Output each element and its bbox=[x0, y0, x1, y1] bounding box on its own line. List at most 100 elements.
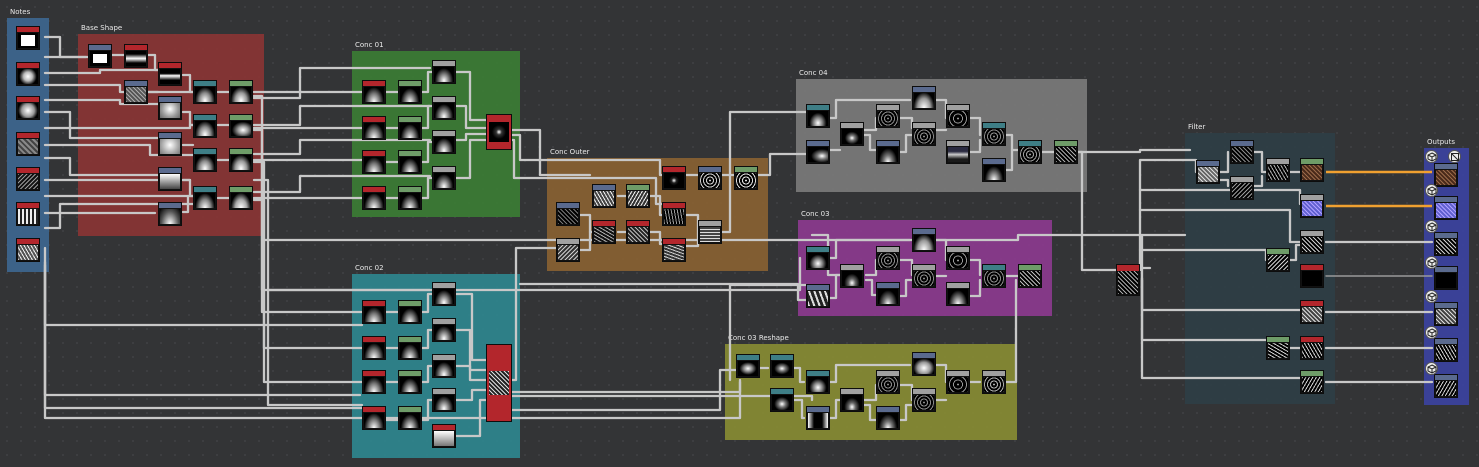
cube-icon[interactable] bbox=[1425, 290, 1438, 303]
output-node-normal[interactable] bbox=[1434, 196, 1458, 220]
node-arch-1[interactable] bbox=[193, 80, 217, 104]
node-filter-b1[interactable] bbox=[1266, 158, 1290, 182]
node-outer-noise-2[interactable] bbox=[556, 238, 580, 262]
node-filter-black[interactable] bbox=[1300, 264, 1324, 288]
node-graph-canvas[interactable]: Notes Base Shape Conc 01 Conc 02 Conc Ou… bbox=[0, 0, 1479, 467]
cube-icon[interactable] bbox=[1425, 256, 1438, 269]
node-conc03-a1[interactable] bbox=[806, 246, 830, 270]
node-conc01-a3[interactable] bbox=[362, 150, 386, 174]
node-conc02-c3[interactable] bbox=[432, 354, 456, 378]
output-node-roughness[interactable] bbox=[1434, 232, 1458, 256]
node-outer-swirl-2[interactable] bbox=[734, 166, 758, 190]
node-gradient-4[interactable] bbox=[158, 202, 182, 226]
node-shape-sphere[interactable] bbox=[16, 96, 40, 120]
node-arch-6[interactable] bbox=[229, 114, 253, 138]
node-arch-8[interactable] bbox=[229, 186, 253, 210]
cube-icon[interactable] bbox=[1425, 150, 1438, 163]
node-conc03-g1[interactable] bbox=[1018, 264, 1042, 288]
node-conc03-d1[interactable] bbox=[912, 228, 936, 252]
node-conc03-b1[interactable] bbox=[840, 264, 864, 288]
node-outer-noise-7[interactable] bbox=[662, 202, 686, 226]
output-node-opacity[interactable] bbox=[1434, 374, 1458, 398]
node-conc03-e2[interactable] bbox=[946, 282, 970, 306]
node-conc02-a4[interactable] bbox=[362, 406, 386, 430]
node-conc02-b4[interactable] bbox=[398, 406, 422, 430]
node-reshape-f1[interactable] bbox=[912, 352, 936, 376]
node-conc02-blend[interactable] bbox=[486, 344, 512, 422]
node-conc02-a3[interactable] bbox=[362, 370, 386, 394]
node-conc04-c2[interactable] bbox=[876, 140, 900, 164]
cube-icon[interactable] bbox=[1425, 326, 1438, 339]
node-outer-noise-1[interactable] bbox=[556, 202, 580, 226]
node-reshape-e2[interactable] bbox=[876, 406, 900, 430]
node-reshape-e1[interactable] bbox=[876, 370, 900, 394]
node-outer-noise-6[interactable] bbox=[626, 220, 650, 244]
node-filter-input[interactable] bbox=[1196, 160, 1220, 184]
node-conc03-d2[interactable] bbox=[912, 264, 936, 288]
node-conc02-gradient[interactable] bbox=[432, 424, 456, 448]
node-conc01-c3[interactable] bbox=[432, 130, 456, 154]
node-conc02-a2[interactable] bbox=[362, 336, 386, 360]
frame-conc-03-reshape[interactable]: Conc 03 Reshape bbox=[725, 334, 1017, 440]
node-outer-noise-3[interactable] bbox=[592, 184, 616, 208]
node-noise-mix[interactable] bbox=[124, 80, 148, 104]
node-outer-swirl-1[interactable] bbox=[698, 166, 722, 190]
node-reshape-b1[interactable] bbox=[770, 354, 794, 378]
node-conc01-c1[interactable] bbox=[432, 60, 456, 84]
node-outer-noise-8[interactable] bbox=[662, 238, 686, 262]
node-conc01-c4[interactable] bbox=[432, 166, 456, 190]
node-conc02-b1[interactable] bbox=[398, 300, 422, 324]
node-reshape-g1[interactable] bbox=[946, 370, 970, 394]
output-node-metallic[interactable] bbox=[1434, 266, 1458, 290]
node-reshape-f2[interactable] bbox=[912, 388, 936, 412]
node-filter-noise-4[interactable] bbox=[1266, 336, 1290, 360]
node-conc02-c4[interactable] bbox=[432, 388, 456, 412]
node-arch-2[interactable] bbox=[193, 114, 217, 138]
node-filter-noise-2[interactable] bbox=[1266, 248, 1290, 272]
node-shape-disc[interactable] bbox=[16, 62, 40, 86]
node-filter-noise-6[interactable] bbox=[1300, 370, 1324, 394]
node-noise-clouds[interactable] bbox=[16, 132, 40, 156]
node-filter-color-blue[interactable] bbox=[1300, 194, 1324, 218]
node-conc02-b2[interactable] bbox=[398, 336, 422, 360]
node-conc03-a2[interactable] bbox=[806, 284, 830, 308]
node-conc04-e1[interactable] bbox=[946, 104, 970, 128]
frame-toggle-icon[interactable] bbox=[1448, 150, 1461, 163]
node-conc02-a1[interactable] bbox=[362, 300, 386, 324]
node-filter-color-brown[interactable] bbox=[1300, 158, 1324, 182]
node-arch-7[interactable] bbox=[229, 148, 253, 172]
node-outer-noise-5[interactable] bbox=[626, 184, 650, 208]
node-conc04-e2[interactable] bbox=[946, 140, 970, 164]
node-reshape-c1[interactable] bbox=[806, 370, 830, 394]
node-reshape-h1[interactable] bbox=[982, 370, 1006, 394]
node-noise-grunge[interactable] bbox=[16, 238, 40, 262]
node-conc01-b2[interactable] bbox=[398, 116, 422, 140]
node-conc04-f2[interactable] bbox=[982, 158, 1006, 182]
node-bend[interactable] bbox=[158, 62, 182, 86]
node-conc01-b3[interactable] bbox=[398, 150, 422, 174]
node-conc04-d2[interactable] bbox=[912, 122, 936, 146]
node-gradient-2[interactable] bbox=[158, 132, 182, 156]
output-node-ao[interactable] bbox=[1434, 302, 1458, 326]
node-reshape-d1[interactable] bbox=[840, 388, 864, 412]
node-conc04-g1[interactable] bbox=[1018, 140, 1042, 164]
node-outer-noise-4[interactable] bbox=[592, 220, 616, 244]
node-conc02-b3[interactable] bbox=[398, 370, 422, 394]
node-shape-square[interactable] bbox=[16, 26, 40, 50]
node-filter-noise-1[interactable] bbox=[1300, 230, 1324, 254]
node-conc02-c2[interactable] bbox=[432, 318, 456, 342]
node-conc01-b4[interactable] bbox=[398, 186, 422, 210]
node-conc03-c2[interactable] bbox=[876, 282, 900, 306]
node-filter-noise-5[interactable] bbox=[1300, 336, 1324, 360]
node-arch-4[interactable] bbox=[193, 186, 217, 210]
node-arch-5[interactable] bbox=[229, 80, 253, 104]
node-conc01-blend[interactable] bbox=[486, 114, 512, 150]
node-conc04-d1[interactable] bbox=[912, 86, 936, 110]
node-conc01-b1[interactable] bbox=[398, 80, 422, 104]
output-node-basecolor[interactable] bbox=[1434, 163, 1458, 187]
output-node-height[interactable] bbox=[1434, 338, 1458, 362]
node-filter-a1[interactable] bbox=[1230, 140, 1254, 164]
node-conc03-f1[interactable] bbox=[982, 264, 1006, 288]
node-transform[interactable] bbox=[88, 44, 112, 68]
node-conc01-a2[interactable] bbox=[362, 116, 386, 140]
